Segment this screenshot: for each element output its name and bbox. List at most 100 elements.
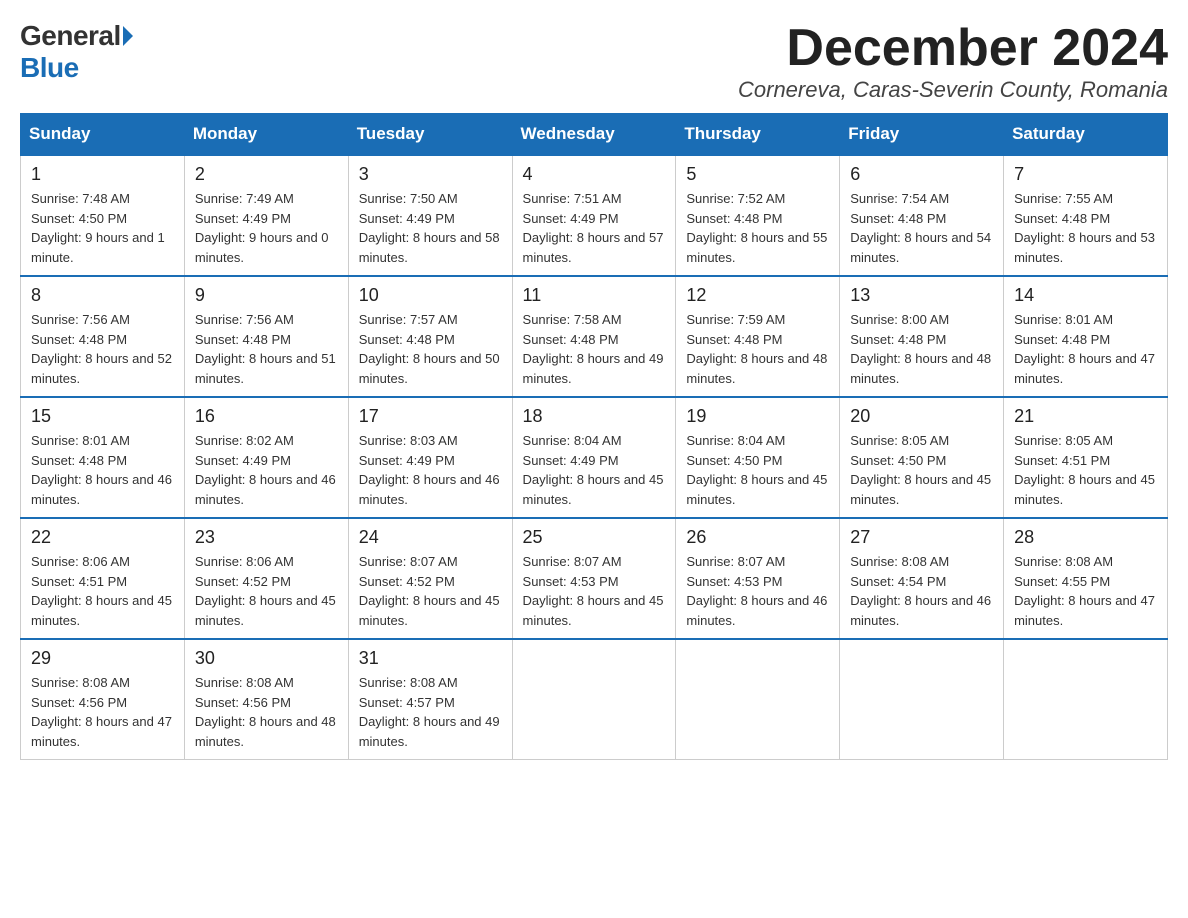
calendar-cell: 28 Sunrise: 8:08 AM Sunset: 4:55 PM Dayl…	[1004, 518, 1168, 639]
week-row-2: 8 Sunrise: 7:56 AM Sunset: 4:48 PM Dayli…	[21, 276, 1168, 397]
day-info: Sunrise: 8:08 AM Sunset: 4:56 PM Dayligh…	[195, 673, 338, 751]
calendar-cell: 4 Sunrise: 7:51 AM Sunset: 4:49 PM Dayli…	[512, 155, 676, 276]
day-info: Sunrise: 7:52 AM Sunset: 4:48 PM Dayligh…	[686, 189, 829, 267]
calendar-cell	[512, 639, 676, 760]
week-row-4: 22 Sunrise: 8:06 AM Sunset: 4:51 PM Dayl…	[21, 518, 1168, 639]
calendar-cell	[676, 639, 840, 760]
day-number: 12	[686, 285, 829, 306]
calendar-table: SundayMondayTuesdayWednesdayThursdayFrid…	[20, 113, 1168, 760]
calendar-cell: 14 Sunrise: 8:01 AM Sunset: 4:48 PM Dayl…	[1004, 276, 1168, 397]
day-number: 2	[195, 164, 338, 185]
day-number: 5	[686, 164, 829, 185]
day-info: Sunrise: 8:03 AM Sunset: 4:49 PM Dayligh…	[359, 431, 502, 509]
calendar-cell: 21 Sunrise: 8:05 AM Sunset: 4:51 PM Dayl…	[1004, 397, 1168, 518]
day-info: Sunrise: 7:48 AM Sunset: 4:50 PM Dayligh…	[31, 189, 174, 267]
calendar-cell: 30 Sunrise: 8:08 AM Sunset: 4:56 PM Dayl…	[184, 639, 348, 760]
calendar-header-thursday: Thursday	[676, 114, 840, 156]
day-info: Sunrise: 7:54 AM Sunset: 4:48 PM Dayligh…	[850, 189, 993, 267]
day-number: 31	[359, 648, 502, 669]
day-info: Sunrise: 8:07 AM Sunset: 4:53 PM Dayligh…	[686, 552, 829, 630]
day-number: 10	[359, 285, 502, 306]
day-number: 8	[31, 285, 174, 306]
day-number: 27	[850, 527, 993, 548]
day-info: Sunrise: 8:06 AM Sunset: 4:52 PM Dayligh…	[195, 552, 338, 630]
day-number: 19	[686, 406, 829, 427]
day-info: Sunrise: 8:07 AM Sunset: 4:52 PM Dayligh…	[359, 552, 502, 630]
day-number: 1	[31, 164, 174, 185]
calendar-cell: 9 Sunrise: 7:56 AM Sunset: 4:48 PM Dayli…	[184, 276, 348, 397]
day-number: 20	[850, 406, 993, 427]
calendar-cell: 15 Sunrise: 8:01 AM Sunset: 4:48 PM Dayl…	[21, 397, 185, 518]
calendar-cell: 12 Sunrise: 7:59 AM Sunset: 4:48 PM Dayl…	[676, 276, 840, 397]
calendar-cell	[1004, 639, 1168, 760]
day-number: 25	[523, 527, 666, 548]
calendar-cell: 17 Sunrise: 8:03 AM Sunset: 4:49 PM Dayl…	[348, 397, 512, 518]
day-number: 15	[31, 406, 174, 427]
day-info: Sunrise: 7:57 AM Sunset: 4:48 PM Dayligh…	[359, 310, 502, 388]
day-number: 23	[195, 527, 338, 548]
calendar-cell: 20 Sunrise: 8:05 AM Sunset: 4:50 PM Dayl…	[840, 397, 1004, 518]
calendar-cell: 24 Sunrise: 8:07 AM Sunset: 4:52 PM Dayl…	[348, 518, 512, 639]
day-info: Sunrise: 8:05 AM Sunset: 4:50 PM Dayligh…	[850, 431, 993, 509]
day-number: 26	[686, 527, 829, 548]
calendar-cell: 10 Sunrise: 7:57 AM Sunset: 4:48 PM Dayl…	[348, 276, 512, 397]
day-number: 22	[31, 527, 174, 548]
calendar-cell: 16 Sunrise: 8:02 AM Sunset: 4:49 PM Dayl…	[184, 397, 348, 518]
day-info: Sunrise: 8:08 AM Sunset: 4:54 PM Dayligh…	[850, 552, 993, 630]
day-info: Sunrise: 8:01 AM Sunset: 4:48 PM Dayligh…	[1014, 310, 1157, 388]
day-number: 13	[850, 285, 993, 306]
week-row-1: 1 Sunrise: 7:48 AM Sunset: 4:50 PM Dayli…	[21, 155, 1168, 276]
calendar-header-monday: Monday	[184, 114, 348, 156]
calendar-cell: 5 Sunrise: 7:52 AM Sunset: 4:48 PM Dayli…	[676, 155, 840, 276]
calendar-header-wednesday: Wednesday	[512, 114, 676, 156]
calendar-header-tuesday: Tuesday	[348, 114, 512, 156]
day-number: 17	[359, 406, 502, 427]
day-number: 30	[195, 648, 338, 669]
day-info: Sunrise: 7:55 AM Sunset: 4:48 PM Dayligh…	[1014, 189, 1157, 267]
day-info: Sunrise: 8:00 AM Sunset: 4:48 PM Dayligh…	[850, 310, 993, 388]
day-number: 4	[523, 164, 666, 185]
day-info: Sunrise: 7:50 AM Sunset: 4:49 PM Dayligh…	[359, 189, 502, 267]
calendar-cell	[840, 639, 1004, 760]
logo-arrow-icon	[123, 26, 133, 46]
calendar-cell: 13 Sunrise: 8:00 AM Sunset: 4:48 PM Dayl…	[840, 276, 1004, 397]
logo-blue: Blue	[20, 52, 79, 84]
calendar-cell: 25 Sunrise: 8:07 AM Sunset: 4:53 PM Dayl…	[512, 518, 676, 639]
day-info: Sunrise: 8:08 AM Sunset: 4:55 PM Dayligh…	[1014, 552, 1157, 630]
day-info: Sunrise: 8:04 AM Sunset: 4:49 PM Dayligh…	[523, 431, 666, 509]
day-number: 3	[359, 164, 502, 185]
day-info: Sunrise: 8:06 AM Sunset: 4:51 PM Dayligh…	[31, 552, 174, 630]
day-info: Sunrise: 8:08 AM Sunset: 4:57 PM Dayligh…	[359, 673, 502, 751]
calendar-cell: 22 Sunrise: 8:06 AM Sunset: 4:51 PM Dayl…	[21, 518, 185, 639]
day-info: Sunrise: 7:56 AM Sunset: 4:48 PM Dayligh…	[195, 310, 338, 388]
day-number: 24	[359, 527, 502, 548]
day-info: Sunrise: 8:08 AM Sunset: 4:56 PM Dayligh…	[31, 673, 174, 751]
day-number: 9	[195, 285, 338, 306]
day-number: 11	[523, 285, 666, 306]
calendar-header-friday: Friday	[840, 114, 1004, 156]
calendar-cell: 7 Sunrise: 7:55 AM Sunset: 4:48 PM Dayli…	[1004, 155, 1168, 276]
day-info: Sunrise: 8:02 AM Sunset: 4:49 PM Dayligh…	[195, 431, 338, 509]
calendar-cell: 31 Sunrise: 8:08 AM Sunset: 4:57 PM Dayl…	[348, 639, 512, 760]
logo-general: General	[20, 20, 121, 52]
day-number: 14	[1014, 285, 1157, 306]
day-number: 6	[850, 164, 993, 185]
calendar-cell: 8 Sunrise: 7:56 AM Sunset: 4:48 PM Dayli…	[21, 276, 185, 397]
day-info: Sunrise: 7:49 AM Sunset: 4:49 PM Dayligh…	[195, 189, 338, 267]
day-number: 7	[1014, 164, 1157, 185]
week-row-5: 29 Sunrise: 8:08 AM Sunset: 4:56 PM Dayl…	[21, 639, 1168, 760]
day-number: 29	[31, 648, 174, 669]
calendar-cell: 11 Sunrise: 7:58 AM Sunset: 4:48 PM Dayl…	[512, 276, 676, 397]
calendar-cell: 18 Sunrise: 8:04 AM Sunset: 4:49 PM Dayl…	[512, 397, 676, 518]
calendar-cell: 3 Sunrise: 7:50 AM Sunset: 4:49 PM Dayli…	[348, 155, 512, 276]
day-number: 18	[523, 406, 666, 427]
day-number: 16	[195, 406, 338, 427]
calendar-cell: 1 Sunrise: 7:48 AM Sunset: 4:50 PM Dayli…	[21, 155, 185, 276]
page-header: General Blue December 2024 Cornereva, Ca…	[20, 20, 1168, 103]
calendar-cell: 27 Sunrise: 8:08 AM Sunset: 4:54 PM Dayl…	[840, 518, 1004, 639]
calendar-cell: 26 Sunrise: 8:07 AM Sunset: 4:53 PM Dayl…	[676, 518, 840, 639]
day-info: Sunrise: 7:56 AM Sunset: 4:48 PM Dayligh…	[31, 310, 174, 388]
calendar-cell: 29 Sunrise: 8:08 AM Sunset: 4:56 PM Dayl…	[21, 639, 185, 760]
day-info: Sunrise: 8:07 AM Sunset: 4:53 PM Dayligh…	[523, 552, 666, 630]
day-info: Sunrise: 8:05 AM Sunset: 4:51 PM Dayligh…	[1014, 431, 1157, 509]
